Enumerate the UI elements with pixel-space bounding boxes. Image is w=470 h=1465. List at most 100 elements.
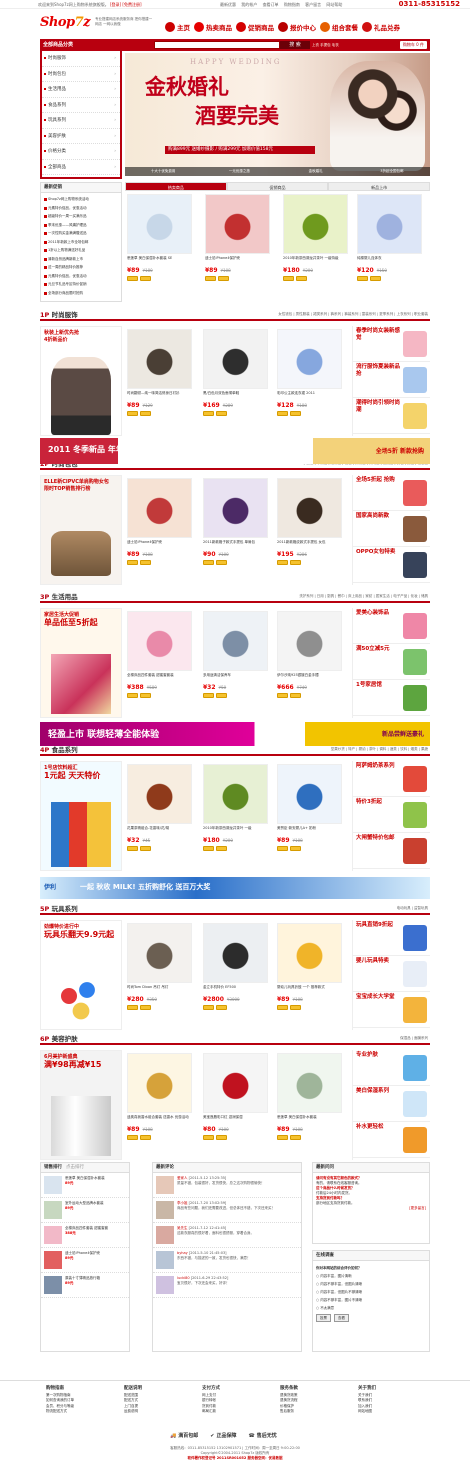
product-name[interactable]: 全棉床品四件套装 甜蜜蜜套装 (127, 673, 197, 683)
add-to-favorites-button[interactable] (216, 1135, 227, 1140)
product-card[interactable]: 美宝莲唇彩口红 滋润保湿 ¥80 ¥100 (203, 1053, 273, 1161)
product-card[interactable]: 悉莲草 美白保湿补水套装 ¥89 ¥108 (277, 1053, 347, 1161)
right-ad[interactable]: 阿萨姆奶茶系列 (353, 761, 430, 797)
ranking-item[interactable]: 悉莲草 美白保湿补水套装 89元 (41, 1173, 129, 1198)
right-ad[interactable]: 美白保湿系列 (353, 1086, 430, 1122)
product-card[interactable]: 金立手机特价 EF500 ¥2800 ¥3000 (203, 923, 273, 1031)
top-link[interactable]: 购物指南 (284, 2, 300, 7)
product-image[interactable] (203, 478, 268, 538)
product-name[interactable]: 多用途清洁保养车 (203, 673, 273, 683)
add-to-favorites-button[interactable] (290, 560, 301, 565)
add-to-favorites-button[interactable] (140, 693, 151, 698)
product-card[interactable]: 2010年新茶西湖龙井茶叶 一级 ¥180 ¥200 (203, 764, 273, 872)
product-image[interactable] (127, 329, 192, 389)
right-ad[interactable]: 宝宝成长大学堂 (353, 992, 430, 1028)
side-ad-beauty[interactable]: 6月美护新盛典 满¥98再减¥15 (40, 1050, 122, 1160)
category-item[interactable]: 价格分类 › (42, 144, 120, 160)
product-image[interactable] (203, 611, 268, 671)
category-item[interactable]: 玩具系列 › (42, 113, 120, 129)
product-name[interactable]: 迪奥真我香水组合套装 送香水 优惠活动 (127, 1115, 197, 1125)
add-to-favorites-button[interactable] (140, 1005, 151, 1010)
cart-button[interactable]: 购物车 0 件 (399, 41, 427, 49)
news-item[interactable]: 这一周的精品特价推荐 (43, 263, 119, 272)
product-image[interactable] (203, 329, 268, 389)
product-image[interactable] (283, 194, 348, 254)
add-to-favorites-button[interactable] (370, 276, 381, 281)
product-image[interactable] (203, 1053, 268, 1113)
top-link[interactable]: 查看订单 (263, 2, 279, 7)
product-image[interactable] (277, 329, 342, 389)
add-to-favorites-button[interactable] (140, 846, 151, 851)
banner-tab[interactable]: 3折起全国包邮 (354, 167, 430, 176)
product-card[interactable]: 多用途清洁保养车 ¥32 ¥50 (203, 611, 273, 719)
add-to-cart-button[interactable] (203, 693, 214, 698)
poll-option[interactable]: ○ 内容丰富，图片清晰 (316, 1272, 426, 1280)
add-to-cart-button[interactable] (277, 1005, 288, 1010)
tab-hot[interactable]: 热卖商品 (125, 182, 227, 191)
comment-item[interactable]: 爱家人 [2011-5-12 13:25:35] 质量不错，包装很好，发货很快，总… (153, 1173, 301, 1198)
add-to-cart-button[interactable] (203, 1005, 214, 1010)
product-name[interactable]: 黑/白色月双色鱼嘴单鞋 (203, 391, 273, 401)
footer-link[interactable]: 售后服务 (280, 1409, 352, 1415)
news-item[interactable]: 清新自然品牌新款上市 (43, 255, 119, 264)
product-image[interactable] (203, 764, 268, 824)
side-ad-living[interactable]: 家居生活大促销 单品低至5折起 (40, 608, 122, 718)
add-to-cart-button[interactable] (205, 276, 216, 281)
product-card[interactable]: 迪士尼iPhone4保护壳 ¥89 ¥108 (127, 478, 197, 586)
product-card[interactable]: 彩印公主款连衣裙 2011 ¥128 ¥188 (277, 329, 347, 437)
register-link[interactable]: [免费注册] (122, 2, 141, 7)
add-to-favorites-button[interactable] (140, 411, 151, 416)
product-name[interactable]: 彩印公主款连衣裙 2011 (277, 391, 347, 401)
ranking-item[interactable]: 迪士尼iPhone4保护壳 89元 (41, 1248, 129, 1273)
add-to-favorites-button[interactable] (216, 1005, 227, 1010)
right-ad[interactable]: 国家高尚新款 (353, 511, 430, 547)
side-ad-food[interactable]: 1号店饮料超汇 1元起 天天特价 (40, 761, 122, 871)
right-ad[interactable]: 1号家居馆 (353, 680, 430, 716)
hero-banner[interactable]: HAPPY WEDDING 金秋婚礼 酒要完美 购满899元 送婚纱摄影 / 购… (125, 53, 430, 176)
nav-combo[interactable]: 组合套餐 (320, 22, 358, 32)
lenovo-banner[interactable]: 轻盈上市 联想轻薄全能体验 新品尝鲜送豪礼 (40, 722, 430, 746)
news-item[interactable]: Shop7z网上购物系统活动 (43, 195, 119, 204)
right-ad[interactable]: 满50立减5元 (353, 644, 430, 680)
add-to-favorites-button[interactable] (290, 1005, 301, 1010)
product-card[interactable]: 时尚翻领—纯一味简洁修身日衬衫 ¥89 ¥129 (127, 329, 197, 437)
add-to-cart-button[interactable] (127, 846, 138, 851)
radio-icon[interactable]: ○ (316, 1298, 319, 1302)
add-to-cart-button[interactable] (127, 1135, 138, 1140)
product-image[interactable] (205, 194, 270, 254)
footer-link[interactable]: 运费说明 (124, 1409, 196, 1415)
product-card[interactable]: 2010年新茶西湖龙井茶叶 一级特级 ¥180 ¥200 (283, 194, 353, 302)
product-card[interactable]: 2011新款格纹款式手提包 女包 ¥195 ¥286 (277, 478, 347, 586)
add-to-favorites-button[interactable] (140, 560, 151, 565)
tab-click-ranking[interactable]: 点击排行 (66, 1163, 84, 1172)
site-logo[interactable]: Shop7z (40, 15, 91, 30)
category-item[interactable]: 时尚服饰 › (42, 51, 120, 67)
product-name[interactable]: 2010年新茶西湖龙井茶叶 一级 (203, 826, 273, 836)
add-to-favorites-button[interactable] (216, 560, 227, 565)
product-card[interactable]: 2011新款格子款式手提包 单肩包 ¥90 ¥100 (203, 478, 273, 586)
add-to-favorites-button[interactable] (290, 693, 301, 698)
news-item[interactable]: 季末优惠——风痛护理品 (43, 221, 119, 230)
login-link[interactable]: [登录] (110, 2, 121, 7)
product-name[interactable]: 婴幼儿玩具铃鼓 一个 推荐款式 (277, 985, 347, 995)
category-item[interactable]: 时尚包包 › (42, 67, 120, 82)
news-item[interactable]: 超级特价一周一买满乐品 (43, 212, 119, 221)
category-item[interactable]: 全部商品 › (42, 160, 120, 175)
product-card[interactable]: 美赞臣·新安婴儿A+ 奶粉 ¥89 ¥108 (277, 764, 347, 872)
footer-link[interactable]: 网站地图 (358, 1409, 430, 1415)
side-ad-toys[interactable]: 劲爆特价进行中 玩具乐翻天9.9元起 (40, 920, 122, 1030)
news-item[interactable]: 全场部分商品限时抢购 (43, 289, 119, 298)
product-card[interactable]: 伊尔汐纯925银镀白金手镯 ¥666 ¥749 (277, 611, 347, 719)
product-image[interactable] (127, 764, 192, 824)
product-name[interactable]: 迪士尼iPhone4保护壳 (127, 540, 197, 550)
nav-promo[interactable]: 促销商品 (236, 22, 274, 32)
nav-hot[interactable]: 热卖商品 (194, 22, 232, 32)
radio-icon[interactable]: ○ (316, 1306, 319, 1310)
product-image[interactable] (277, 1053, 342, 1113)
news-item[interactable]: 2011年新款上市全场包邮 (43, 238, 119, 247)
section-subcategories[interactable]: 洗护系列 | 日用 | 厨具 | 餐巾 | 床上用品 | 家纺 | 居家生活 |… (299, 594, 428, 599)
product-name[interactable]: 悉莲草 美白保湿补水套装 SE (127, 256, 197, 266)
product-name[interactable]: 时尚翻领—纯一味简洁修身日衬衫 (127, 391, 197, 401)
qa-item[interactable]: 支持货到付款吗？ 部分地区支持货到付款。 (316, 1196, 426, 1206)
comment-item[interactable]: byhay [2011-5-10 21:45:03] 东西不错，与描述的一致，发货… (153, 1248, 301, 1273)
